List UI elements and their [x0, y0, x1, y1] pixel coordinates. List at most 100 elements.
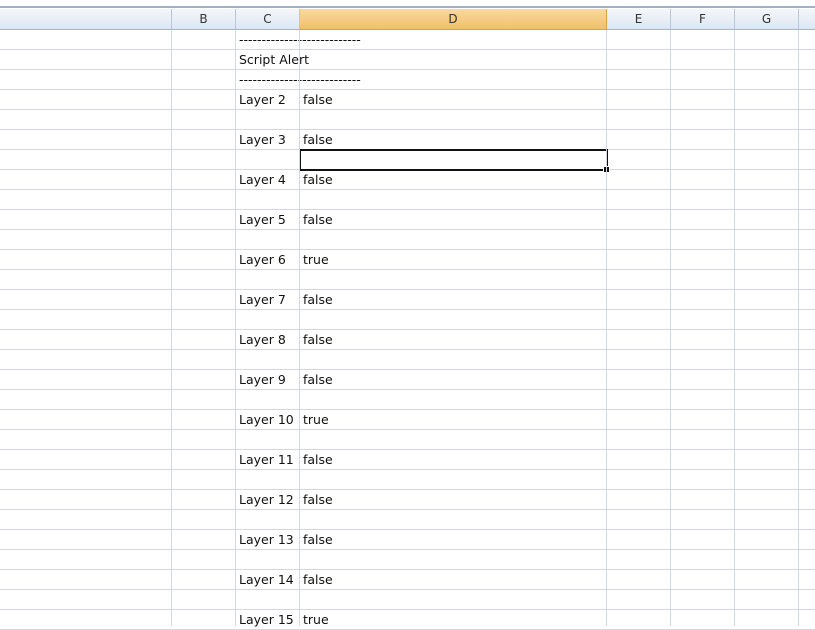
cell-D[interactable] [300, 270, 303, 289]
cell-C[interactable]: Layer 13 [236, 530, 294, 549]
cell-D[interactable]: false [300, 530, 333, 549]
cell-D[interactable] [300, 190, 303, 209]
cell-C[interactable]: Layer 3 [236, 130, 286, 149]
cell-D[interactable]: false [300, 90, 333, 109]
cell-D[interactable]: false [300, 130, 333, 149]
cell-C[interactable]: Layer 6 [236, 250, 286, 269]
table-row: Layer 3 false [0, 130, 815, 150]
table-row [0, 470, 815, 490]
column-gridline [235, 30, 236, 626]
cell-D[interactable]: false [300, 570, 333, 589]
cell-C[interactable] [236, 510, 239, 529]
cell-C[interactable] [236, 310, 239, 329]
cell-C[interactable] [236, 230, 239, 249]
table-row: Layer 2 false [0, 90, 815, 110]
table-row: Layer 14 false [0, 570, 815, 590]
cell-C[interactable] [236, 590, 239, 609]
column-gridline [171, 30, 172, 626]
table-row: Layer 7 false [0, 290, 815, 310]
cell-C[interactable]: Layer 5 [236, 210, 286, 229]
table-row [0, 550, 815, 570]
cell-D[interactable] [300, 50, 303, 69]
table-row: Layer 10 true [0, 410, 815, 430]
column-header-hidden[interactable] [799, 9, 815, 30]
table-row [0, 110, 815, 130]
cell-C[interactable] [236, 430, 239, 449]
cell-D[interactable] [300, 310, 303, 329]
table-row: Layer 8 false [0, 330, 815, 350]
cell-D[interactable] [300, 470, 303, 489]
cell-D[interactable] [300, 590, 303, 609]
cell-D[interactable]: false [300, 290, 333, 309]
column-header-e[interactable]: E [607, 9, 671, 30]
cell-C[interactable]: Layer 8 [236, 330, 286, 349]
cell-D[interactable]: true [300, 250, 329, 269]
column-header-g[interactable]: G [735, 9, 799, 30]
cell-D[interactable]: true [300, 410, 329, 429]
cell-D[interactable]: false [300, 450, 333, 469]
table-row [0, 430, 815, 450]
cell-C[interactable]: Layer 11 [236, 450, 294, 469]
column-header-f[interactable]: F [671, 9, 735, 30]
cell-D[interactable] [300, 230, 303, 249]
table-row: --------------------------- [0, 70, 815, 90]
cell-D[interactable] [300, 110, 303, 129]
table-row [0, 230, 815, 250]
column-header-hidden[interactable] [0, 9, 172, 30]
cell-C[interactable] [236, 150, 239, 169]
column-gridline [606, 30, 607, 626]
column-header-c[interactable]: C [236, 9, 300, 30]
table-row: Layer 12 false [0, 490, 815, 510]
cell-C[interactable]: Layer 10 [236, 410, 294, 429]
column-gridline [299, 30, 300, 626]
table-row [0, 590, 815, 610]
cell-C[interactable]: Layer 7 [236, 290, 286, 309]
cell-C[interactable]: Layer 9 [236, 370, 286, 389]
cell-C[interactable]: Layer 14 [236, 570, 294, 589]
cell-C[interactable] [236, 350, 239, 369]
cell-D[interactable] [300, 350, 303, 369]
ribbon-edge [0, 0, 815, 8]
column-gridline [734, 30, 735, 626]
table-row: Script Alert [0, 50, 815, 70]
cell-C[interactable] [236, 110, 239, 129]
cell-D[interactable] [300, 550, 303, 569]
cell-D[interactable] [300, 510, 303, 529]
cell-D[interactable]: false [300, 330, 333, 349]
table-row [0, 510, 815, 530]
column-header-d[interactable]: D [300, 9, 607, 30]
table-row: Layer 13 false [0, 530, 815, 550]
table-row: Layer 6 true [0, 250, 815, 270]
active-cell-selection[interactable] [299, 149, 610, 173]
cell-D[interactable] [300, 30, 303, 49]
cell-C[interactable]: Layer 15 [236, 610, 294, 629]
cell-C[interactable]: Layer 12 [236, 490, 294, 509]
cell-D[interactable]: false [300, 490, 333, 509]
table-row [0, 350, 815, 370]
cell-C[interactable] [236, 390, 239, 409]
cell-D[interactable]: true [300, 610, 329, 629]
cell-D[interactable]: false [300, 370, 333, 389]
cell-D[interactable] [300, 390, 303, 409]
column-gridline [798, 30, 799, 626]
table-row: Layer 15 true [0, 610, 815, 630]
table-row [0, 390, 815, 410]
cell-C[interactable] [236, 550, 239, 569]
cell-D[interactable]: false [300, 210, 333, 229]
table-row: Layer 9 false [0, 370, 815, 390]
cell-C[interactable] [236, 270, 239, 289]
cell-D[interactable]: false [300, 170, 333, 189]
table-row [0, 270, 815, 290]
table-row: --------------------------- [0, 30, 815, 50]
cell-C[interactable] [236, 470, 239, 489]
cell-C[interactable]: Layer 2 [236, 90, 286, 109]
worksheet-grid[interactable]: Layer 15 true Layer 14 false Layer 13 false La… [0, 30, 815, 630]
table-row [0, 190, 815, 210]
column-header-b[interactable]: B [172, 9, 236, 30]
cell-D[interactable] [300, 70, 303, 89]
table-row: Layer 5 false [0, 210, 815, 230]
cell-C[interactable] [236, 190, 239, 209]
cell-C[interactable]: Layer 4 [236, 170, 286, 189]
cell-D[interactable] [300, 430, 303, 449]
table-row: Layer 11 false [0, 450, 815, 470]
